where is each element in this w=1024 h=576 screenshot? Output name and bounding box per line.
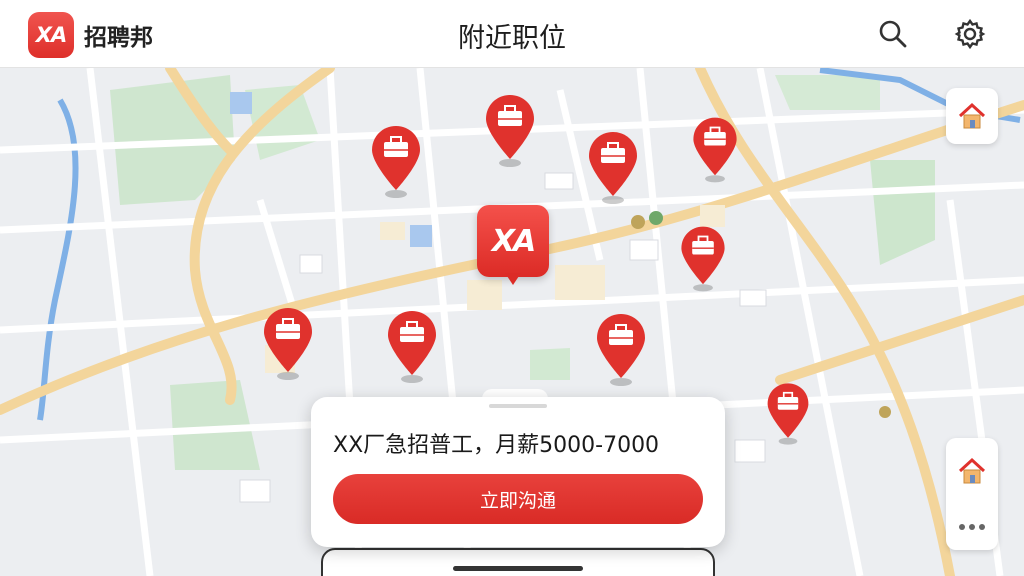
drag-handle[interactable] (489, 404, 547, 408)
job-title: XX厂急招普工，月薪5000-7000 (333, 433, 660, 458)
job-pin[interactable] (593, 310, 649, 390)
home-icon (958, 102, 986, 129)
home-button-top[interactable] (946, 88, 998, 144)
center-marker-logo: XA (477, 205, 549, 277)
job-pin[interactable] (764, 380, 820, 460)
job-pin[interactable] (482, 91, 538, 171)
top-bar: XA 招聘邦 附近职位 (0, 0, 1024, 68)
page-title: 附近职位 (458, 23, 566, 54)
home-indicator (453, 566, 583, 571)
search-icon (879, 20, 907, 48)
gear-icon (954, 18, 986, 50)
center-marker-tail (505, 273, 521, 285)
job-pin[interactable] (368, 122, 424, 202)
current-location-marker[interactable]: XA (477, 205, 549, 297)
chat-now-button[interactable]: 立即沟通 (333, 474, 703, 524)
job-pin[interactable] (384, 307, 440, 387)
more-icon[interactable] (957, 523, 987, 531)
job-pin[interactable] (689, 114, 745, 194)
job-pin[interactable] (260, 304, 316, 384)
job-pin[interactable] (585, 128, 641, 208)
device-frame (321, 548, 715, 576)
job-pin[interactable] (677, 223, 733, 303)
job-card[interactable]: XX厂急招普工，月薪5000-7000 立即沟通 (311, 397, 725, 547)
settings-button[interactable] (950, 14, 990, 54)
home-icon[interactable] (957, 457, 987, 485)
search-button[interactable] (873, 14, 913, 54)
map-tools-panel[interactable] (946, 438, 998, 550)
